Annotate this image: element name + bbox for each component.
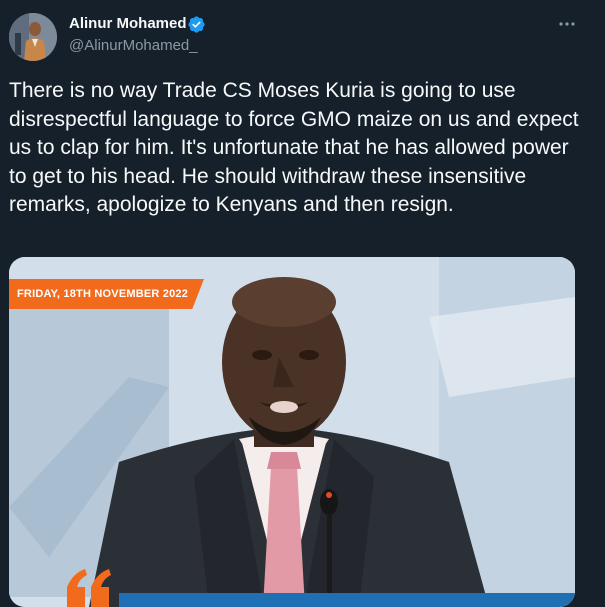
avatar-image bbox=[9, 13, 57, 61]
author-handle[interactable]: @AlinurMohamed_ bbox=[69, 37, 198, 54]
tweet-media[interactable]: FRIDAY, 18TH NOVEMBER 2022 bbox=[9, 257, 575, 607]
date-banner: FRIDAY, 18TH NOVEMBER 2022 bbox=[9, 279, 204, 309]
author-name[interactable]: Alinur Mohamed bbox=[69, 15, 187, 32]
more-options-icon[interactable] bbox=[555, 14, 579, 34]
avatar[interactable] bbox=[9, 13, 57, 61]
media-photo bbox=[9, 257, 575, 607]
tweet-text: There is no way Trade CS Moses Kuria is … bbox=[9, 79, 579, 216]
verified-badge-icon bbox=[188, 16, 205, 33]
date-banner-text: FRIDAY, 18TH NOVEMBER 2022 bbox=[17, 288, 189, 300]
